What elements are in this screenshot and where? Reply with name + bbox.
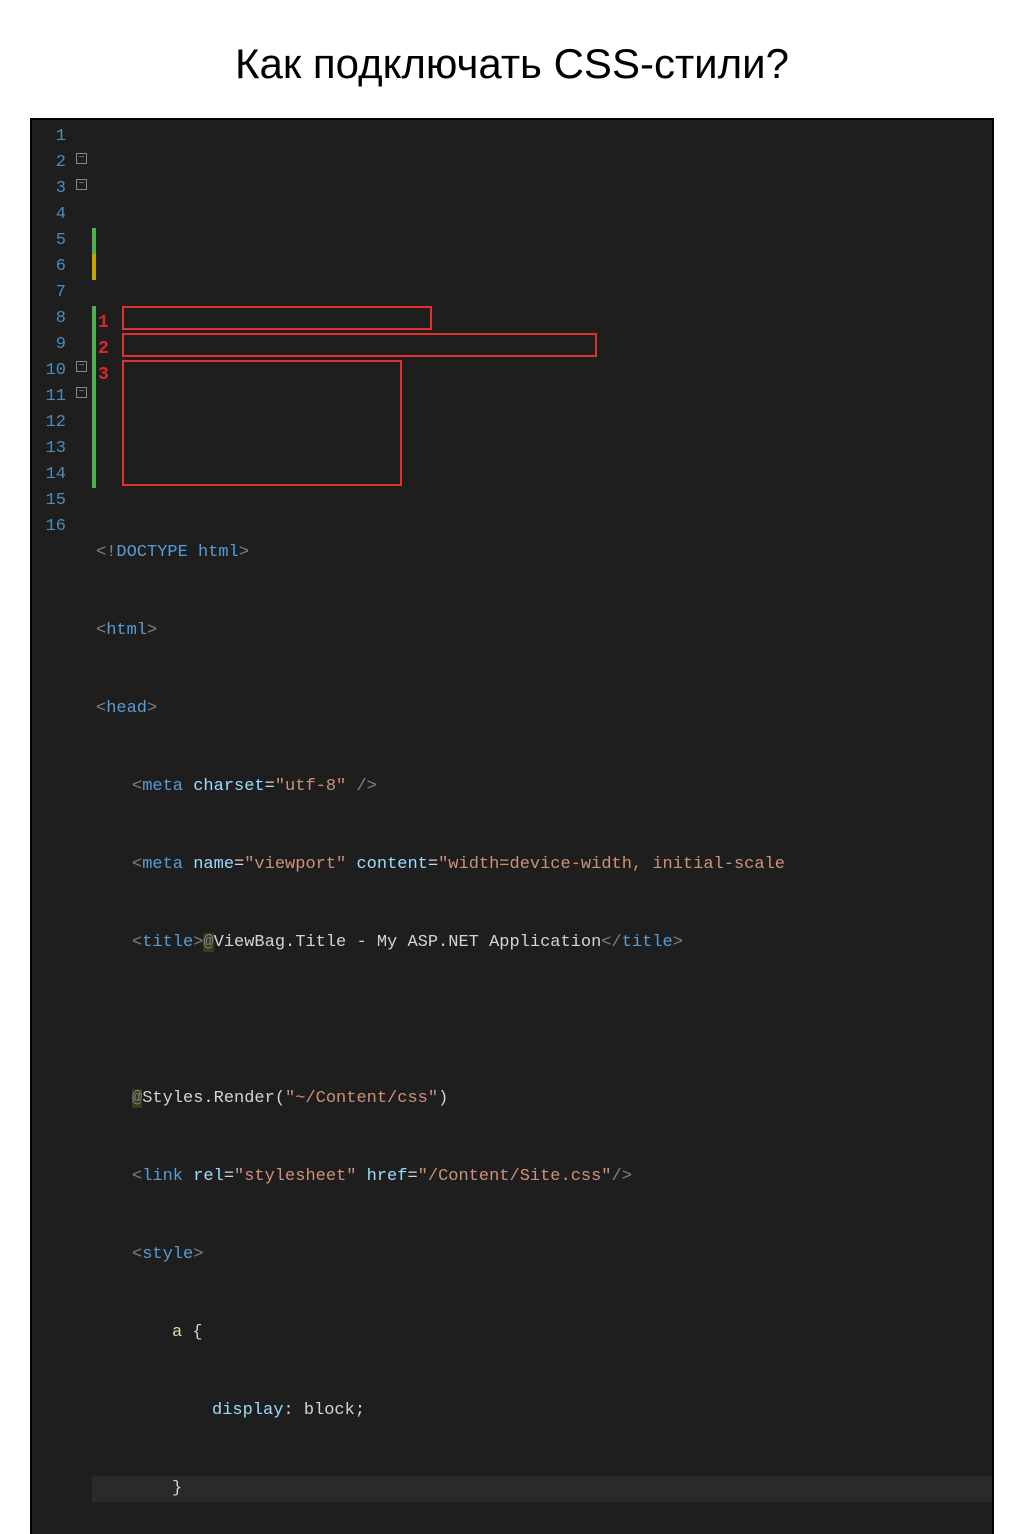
line-number: 10 <box>36 358 66 384</box>
line-number: 16 <box>36 514 66 540</box>
line-number: 5 <box>36 228 66 254</box>
annotation-number-3: 3 <box>98 362 109 388</box>
highlight-box-1 <box>122 306 432 330</box>
code-editor: 1 2 3 4 5 6 7 8 9 10 11 12 13 14 15 16 −… <box>30 118 994 1534</box>
annotation-number-1: 1 <box>98 310 109 336</box>
highlight-box-2 <box>122 333 597 357</box>
line-number: 13 <box>36 436 66 462</box>
annotation-number-2: 2 <box>98 336 109 362</box>
line-number: 2 <box>36 150 66 176</box>
line-number: 6 <box>36 254 66 280</box>
fold-minus-icon[interactable]: − <box>76 179 87 190</box>
line-number: 9 <box>36 332 66 358</box>
line-number: 7 <box>36 280 66 306</box>
line-number: 11 <box>36 384 66 410</box>
highlight-box-3 <box>122 360 402 486</box>
code-content[interactable]: 1 2 3 <!DOCTYPE html> <html> <head> <met… <box>92 120 992 1534</box>
line-number: 4 <box>36 202 66 228</box>
fold-minus-icon[interactable]: − <box>76 387 87 398</box>
line-number-gutter: 1 2 3 4 5 6 7 8 9 10 11 12 13 14 15 16 <box>32 120 74 1534</box>
line-number: 15 <box>36 488 66 514</box>
line-number: 12 <box>36 410 66 436</box>
slide-title: Как подключать CSS-стили? <box>0 0 1024 118</box>
line-number: 3 <box>36 176 66 202</box>
fold-minus-icon[interactable]: − <box>76 361 87 372</box>
fold-column: − − − − <box>74 120 92 1534</box>
fold-minus-icon[interactable]: − <box>76 153 87 164</box>
line-number: 1 <box>36 124 66 150</box>
line-number: 14 <box>36 462 66 488</box>
line-number: 8 <box>36 306 66 332</box>
